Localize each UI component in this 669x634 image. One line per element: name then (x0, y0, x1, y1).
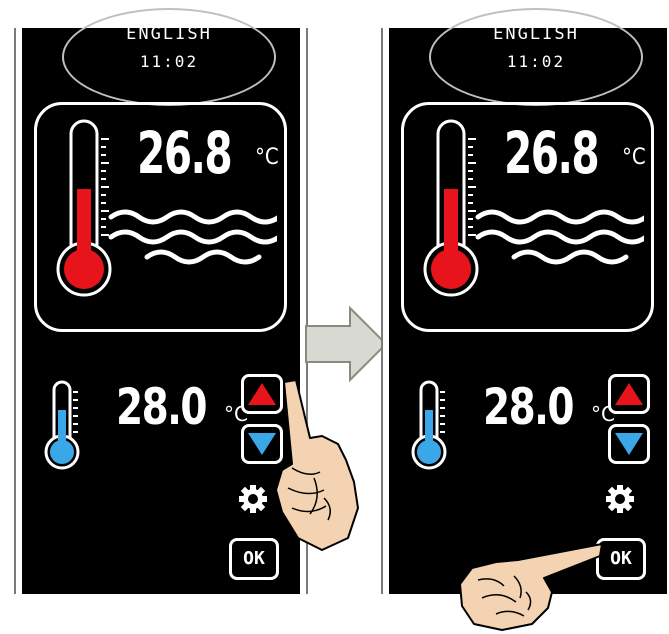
clock-display: 11:02 (506, 52, 566, 71)
waves-icon (475, 209, 644, 265)
water-temperature-panel: 26.8 °C (34, 102, 287, 332)
right-arrow-icon (305, 306, 388, 382)
pointing-hand-icon (459, 543, 603, 631)
thermometer-hot-icon (423, 119, 479, 297)
clock-display: 11:02 (139, 52, 199, 71)
set-temperature-value: 28.0 (483, 378, 575, 436)
down-arrow-icon (615, 433, 643, 455)
highlight-oval: ENGLISH 11:02 (429, 8, 643, 106)
screen-edge (381, 28, 383, 594)
set-temperature-value: 28.0 (116, 378, 208, 436)
thermometer-cold-icon (44, 380, 80, 470)
pointing-hand-icon (275, 379, 359, 551)
water-temperature: 26.8 °C (504, 119, 646, 187)
water-temperature-unit: °C (255, 145, 279, 170)
thermometer-hot-icon (56, 119, 112, 297)
language-label[interactable]: ENGLISH (64, 24, 274, 44)
set-temperature: 28.0 °C (483, 378, 615, 436)
water-temperature-unit: °C (622, 145, 646, 170)
waves-icon (108, 209, 277, 265)
gear-icon[interactable] (605, 484, 635, 514)
water-temperature-panel: 26.8 °C (401, 102, 654, 332)
increase-temperature-button[interactable] (608, 374, 650, 414)
screen-after: ENGLISH 11:02 26.8 °C 28.0 °C OK (381, 8, 669, 594)
screen-edge (14, 28, 16, 594)
thermometer-cold-icon (411, 380, 447, 470)
water-temperature: 26.8 °C (137, 119, 279, 187)
water-temperature-value: 26.8 (504, 119, 600, 187)
set-temperature: 28.0 °C (116, 378, 248, 436)
up-arrow-icon (615, 383, 643, 405)
language-label[interactable]: ENGLISH (431, 24, 641, 44)
decrease-temperature-button[interactable] (608, 424, 650, 464)
highlight-oval: ENGLISH 11:02 (62, 8, 276, 106)
water-temperature-value: 26.8 (137, 119, 233, 187)
